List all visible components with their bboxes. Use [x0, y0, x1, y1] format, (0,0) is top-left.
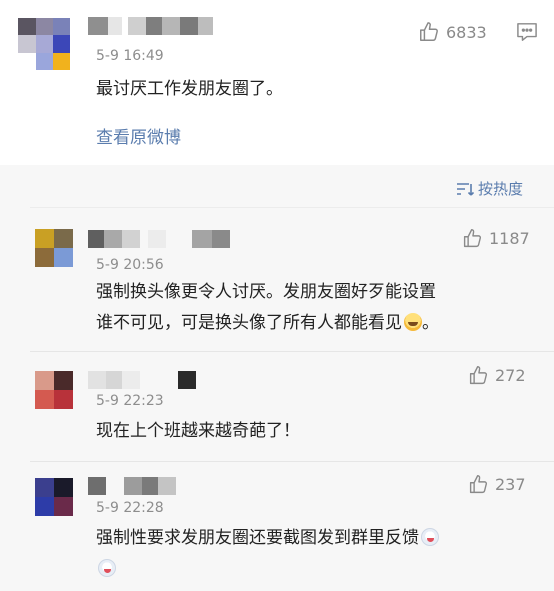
- like-count: 237: [495, 475, 526, 494]
- comment-text: 强制性要求发朋友圈还要截图发到群里反馈: [96, 523, 439, 585]
- like-button[interactable]: 1187: [462, 228, 530, 249]
- comment-text-part: 谁不可见，可是换头像了所有人都能看见: [96, 313, 402, 333]
- crying-emoji-icon: [98, 559, 116, 577]
- sort-label: 按热度: [478, 180, 524, 198]
- comment-text-part: 强制性要求发朋友圈还要截图发到群里反馈: [96, 528, 419, 548]
- like-button[interactable]: 6833: [418, 21, 487, 43]
- avatar[interactable]: [35, 478, 73, 516]
- comment-text: 最讨厌工作发朋友圈了。: [96, 79, 283, 99]
- like-count: 1187: [489, 229, 530, 248]
- comment-time: 5-9 20:56: [96, 257, 164, 273]
- comment-time: 5-9 22:23: [96, 393, 164, 409]
- avatar[interactable]: [35, 371, 73, 409]
- like-button[interactable]: 237: [468, 474, 526, 495]
- thumbs-up-icon: [469, 366, 488, 385]
- top-comment: 5-9 16:49 6833 最讨厌工作发朋友圈了。 查看原微博: [0, 0, 554, 165]
- crying-emoji-icon: [421, 528, 439, 546]
- comment-text-line: 强制性要求发朋友圈还要截图发到群里反馈: [96, 523, 439, 554]
- replies-section: 按热度 5-9 20:56 1187 强制换头像更令人讨厌。发朋友圈好歹能设置 …: [0, 165, 554, 591]
- sort-icon: [457, 182, 474, 196]
- comment-text: 强制换头像更令人讨厌。发朋友圈好歹能设置 谁不可见，可是换头像了所有人都能看见。: [96, 277, 439, 339]
- user-name-mosaic[interactable]: [88, 371, 198, 389]
- thumbs-up-icon: [420, 22, 438, 41]
- thumbs-up-icon: [463, 229, 482, 248]
- comment-icon[interactable]: [516, 22, 538, 46]
- comment-text-line: [96, 554, 439, 585]
- divider: [30, 461, 554, 462]
- user-name-mosaic[interactable]: [88, 230, 233, 248]
- thumbs-up-icon: [469, 475, 488, 494]
- view-original-link[interactable]: 查看原微博: [96, 123, 181, 148]
- like-count: 6833: [446, 22, 487, 42]
- user-name-mosaic[interactable]: [88, 477, 178, 495]
- user-name-mosaic[interactable]: [88, 17, 213, 35]
- comment-text-line: 谁不可见，可是换头像了所有人都能看见。: [96, 308, 439, 339]
- comment-time: 5-9 16:49: [96, 48, 164, 64]
- like-count: 272: [495, 366, 526, 385]
- divider: [30, 207, 554, 208]
- comment-text-line: 强制换头像更令人讨厌。发朋友圈好歹能设置: [96, 282, 436, 302]
- comment-time: 5-9 22:28: [96, 500, 164, 516]
- avatar[interactable]: [18, 18, 70, 70]
- like-button[interactable]: 272: [468, 365, 526, 386]
- avatar[interactable]: [35, 229, 73, 267]
- comment-text: 现在上个班越来越奇葩了！: [96, 421, 300, 441]
- divider: [30, 351, 554, 352]
- laughing-emoji-icon: [404, 313, 422, 331]
- comment-text-end: 。: [422, 313, 439, 333]
- sort-by-hot-button[interactable]: 按热度: [456, 178, 523, 199]
